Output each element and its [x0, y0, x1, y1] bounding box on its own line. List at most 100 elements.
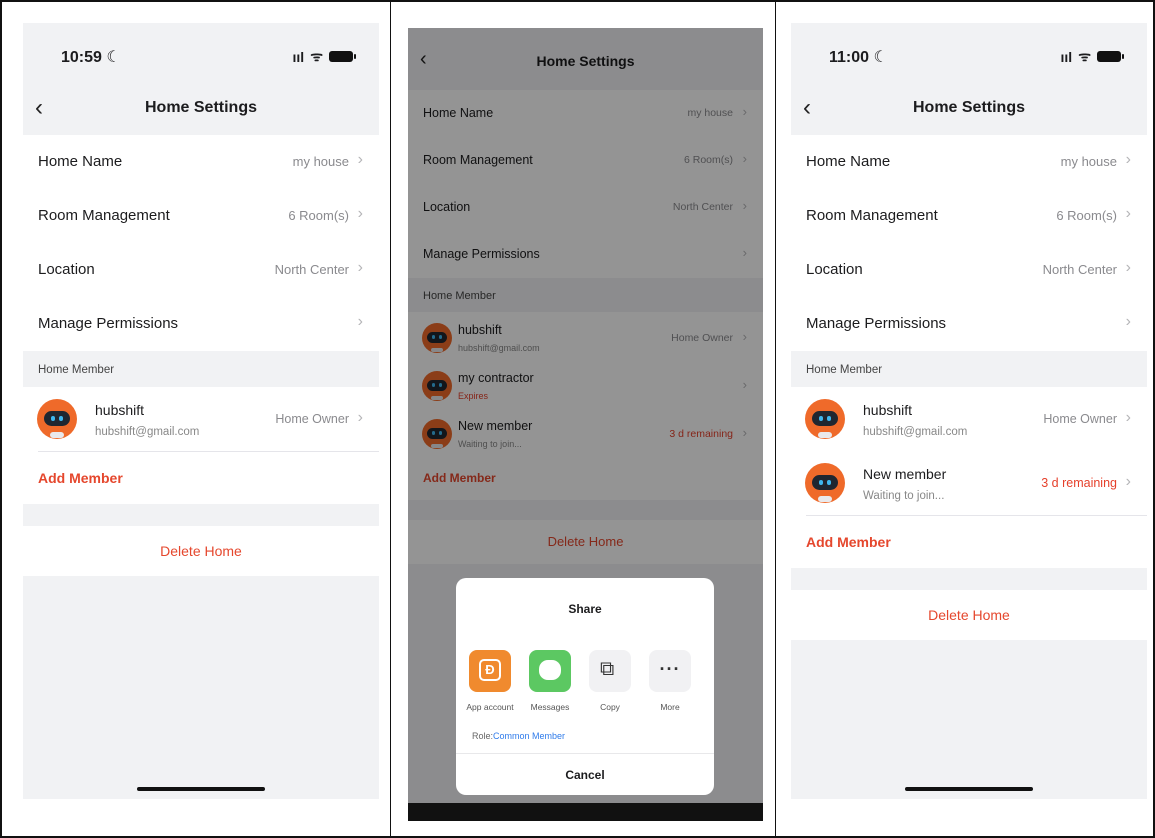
share-copy-button[interactable]: ⧉ Copy — [582, 650, 638, 712]
role-prefix: Role: — [472, 731, 494, 741]
nav-bar: ‹ Home Settings — [23, 85, 379, 135]
row-label: Manage Permissions — [38, 315, 179, 332]
phone-screen-2: ‹ Home Settings Home Name my house › Roo… — [408, 28, 763, 821]
row-label: Location — [38, 261, 95, 278]
row-value: North Center — [274, 262, 349, 277]
home-member-header: Home Member — [23, 351, 379, 387]
chevron-right-icon: › — [357, 205, 363, 222]
share-sheet: Share Ð App account Messages ⧉ Copy ··· … — [456, 578, 714, 795]
member-row[interactable]: New member Waiting to join... 3 d remain… — [791, 451, 1147, 515]
more-icon: ··· — [649, 650, 691, 692]
nav-bar: ‹ Home Settings — [791, 85, 1147, 135]
chevron-right-icon: › — [357, 259, 363, 276]
moon-icon: ☾ — [873, 49, 888, 66]
member-email: hubshift@gmail.com — [95, 426, 200, 438]
row-value: my house — [292, 154, 349, 169]
row-value: North Center — [1042, 262, 1117, 277]
robot-avatar-icon — [805, 463, 845, 503]
row-label: Room Management — [38, 207, 170, 224]
share-app-account-button[interactable]: Ð App account — [462, 650, 518, 712]
status-bar: 10:59 ☾ ııl ᯤ — [23, 23, 379, 85]
member-list: hubshift hubshift@gmail.com Home Owner ›… — [791, 387, 1147, 568]
share-option-label: Copy — [600, 702, 620, 712]
settings-list: Home Name my house › Room Management 6 R… — [791, 135, 1147, 351]
home-indicator[interactable] — [137, 787, 265, 791]
battery-icon — [1097, 51, 1124, 62]
member-role: Home Owner — [275, 412, 349, 426]
delete-home-label: Delete Home — [160, 543, 242, 559]
share-option-label: App account — [466, 702, 514, 712]
chevron-right-icon: › — [1125, 409, 1131, 426]
share-option-label: More — [660, 702, 680, 712]
location-row[interactable]: Location North Center › — [791, 243, 1147, 297]
delete-home-label: Delete Home — [928, 607, 1010, 623]
row-value: 6 Room(s) — [1056, 208, 1117, 223]
robot-avatar-icon — [805, 399, 845, 439]
share-title: Share — [568, 602, 602, 616]
home-indicator[interactable] — [905, 787, 1033, 791]
chevron-right-icon: › — [1125, 473, 1131, 490]
room-management-row[interactable]: Room Management 6 Room(s) › — [23, 189, 379, 243]
robot-avatar-icon — [37, 399, 77, 439]
member-name: hubshift — [863, 402, 913, 418]
section-label: Home Member — [806, 364, 883, 376]
moon-icon: ☾ — [106, 49, 121, 66]
home-name-row[interactable]: Home Name my house › — [791, 135, 1147, 189]
signal-icon: ııl — [1060, 48, 1073, 65]
room-management-row[interactable]: Room Management 6 Room(s) › — [791, 189, 1147, 243]
add-member-label: Add Member — [806, 534, 891, 550]
share-more-button[interactable]: ··· More — [642, 650, 698, 712]
delete-home-button[interactable]: Delete Home — [791, 590, 1147, 640]
row-label: Location — [806, 261, 863, 278]
member-role: Home Owner — [1043, 412, 1117, 426]
wifi-icon: ᯤ — [1078, 48, 1091, 64]
delete-home-button[interactable]: Delete Home — [23, 526, 379, 576]
chevron-right-icon: › — [1125, 313, 1131, 330]
chevron-right-icon: › — [357, 151, 363, 168]
messages-icon — [529, 650, 571, 692]
app-account-icon: Ð — [469, 650, 511, 692]
chevron-right-icon: › — [1125, 259, 1131, 276]
status-bar: 11:00 ☾ ııl ᯤ — [791, 23, 1147, 85]
member-status: Waiting to join... — [863, 490, 945, 502]
page-title: Home Settings — [144, 99, 257, 116]
phone-screen-3: 11:00 ☾ ııl ᯤ ‹ Home Settings Home Name … — [791, 23, 1147, 799]
phone-screen-1: 10:59 ☾ ııl ᯤ ‹ Home Settings Home Name … — [23, 23, 379, 799]
location-row[interactable]: Location North Center › — [23, 243, 379, 297]
member-name: hubshift — [95, 402, 145, 418]
settings-list: Home Name my house › Room Management 6 R… — [23, 135, 379, 351]
share-messages-button[interactable]: Messages — [522, 650, 578, 712]
chevron-right-icon: › — [1125, 205, 1131, 222]
manage-permissions-row[interactable]: Manage Permissions › — [791, 297, 1147, 351]
member-name: New member — [863, 466, 947, 482]
signal-icon: ııl — [292, 48, 305, 65]
bottom-bar — [408, 803, 763, 821]
member-email: hubshift@gmail.com — [863, 426, 968, 438]
member-row[interactable]: hubshift hubshift@gmail.com Home Owner › — [23, 387, 379, 451]
row-value: my house — [1060, 154, 1117, 169]
home-member-header: Home Member — [791, 351, 1147, 387]
row-value: 6 Room(s) — [288, 208, 349, 223]
section-label: Home Member — [38, 364, 115, 376]
chevron-right-icon: › — [357, 313, 363, 330]
page-title: Home Settings — [912, 99, 1025, 116]
copy-icon: ⧉ — [589, 650, 631, 692]
role-select-link[interactable]: Common Member — [493, 731, 565, 741]
cancel-button[interactable]: Cancel — [456, 768, 714, 782]
role-line: Role:Common Member — [472, 731, 565, 741]
add-member-button[interactable]: Add Member — [23, 452, 379, 504]
home-name-row[interactable]: Home Name my house › — [23, 135, 379, 189]
add-member-label: Add Member — [38, 470, 123, 486]
chevron-right-icon: › — [1125, 151, 1131, 168]
add-member-button[interactable]: Add Member — [791, 516, 1147, 568]
divider — [456, 753, 714, 754]
row-label: Home Name — [806, 153, 891, 170]
member-list: hubshift hubshift@gmail.com Home Owner ›… — [23, 387, 379, 504]
share-option-label: Messages — [530, 702, 570, 712]
manage-permissions-row[interactable]: Manage Permissions › — [23, 297, 379, 351]
row-label: Room Management — [806, 207, 938, 224]
member-row[interactable]: hubshift hubshift@gmail.com Home Owner › — [791, 387, 1147, 451]
wifi-icon: ᯤ — [310, 48, 323, 64]
status-time: 10:59 — [61, 49, 102, 66]
member-remaining: 3 d remaining — [1041, 476, 1117, 490]
